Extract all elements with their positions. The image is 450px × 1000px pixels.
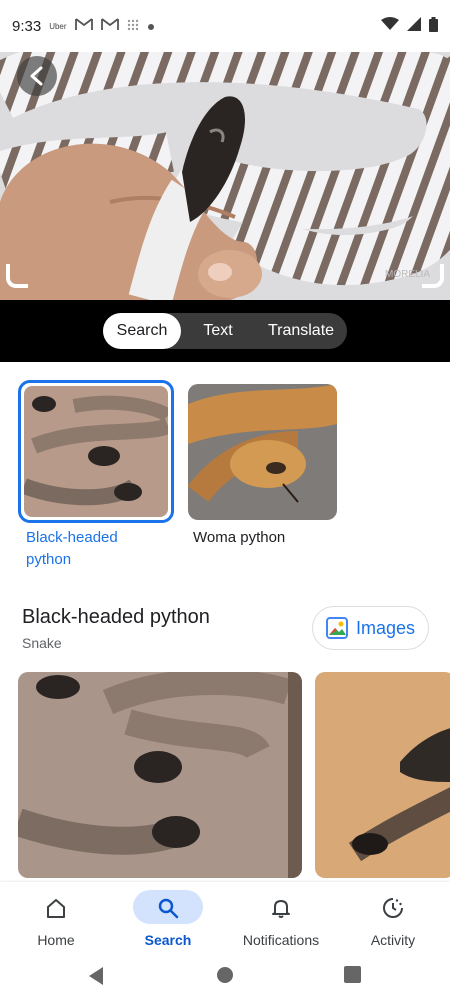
battery-icon	[429, 16, 438, 36]
chevron-left-icon	[30, 66, 43, 86]
status-bar: 9:33 Uber	[0, 0, 450, 52]
crop-handle-left[interactable]	[6, 264, 28, 288]
result-label-woma-python[interactable]: Woma python	[193, 527, 285, 549]
dot-icon	[147, 18, 155, 35]
result-thumbnail-black-headed-python[interactable]	[18, 380, 174, 523]
nav-home-label: Home	[37, 932, 75, 948]
mode-bar: Search Text Translate	[0, 300, 450, 362]
knowledge-image-1[interactable]	[18, 672, 302, 878]
captured-image[interactable]: MORELIA	[0, 52, 450, 300]
gmail-icon	[100, 17, 119, 35]
knowledge-image-2[interactable]	[315, 672, 450, 878]
knowledge-title: Black-headed python	[22, 606, 210, 628]
images-icon	[325, 617, 348, 639]
result-thumbnail-woma-python[interactable]	[188, 384, 337, 520]
nav-notifications-label: Notifications	[242, 932, 320, 948]
back-button[interactable]	[17, 56, 57, 96]
knowledge-subtitle: Snake	[22, 635, 62, 651]
home-icon	[47, 899, 65, 918]
home-circle-icon[interactable]	[216, 966, 234, 984]
mode-search-tab[interactable]: Search	[103, 313, 181, 349]
wifi-icon	[381, 17, 399, 35]
mode-translate-tab[interactable]: Translate	[255, 313, 347, 349]
images-button-label: Images	[355, 617, 416, 638]
nav-search-label: Search	[144, 932, 192, 948]
crop-handle-right[interactable]	[422, 264, 444, 288]
nav-search[interactable]: Search	[133, 882, 203, 952]
recents-square-icon[interactable]	[344, 966, 361, 983]
images-button[interactable]: Images	[312, 606, 429, 650]
result-label-black-headed-python[interactable]: Black-headed python	[26, 527, 166, 571]
nav-notifications[interactable]: Notifications	[236, 882, 326, 952]
uber-notification-icon: Uber	[49, 21, 67, 31]
google-lens-results-screen: 9:33 Uber MORELIA Search Text Translate …	[0, 0, 450, 1000]
signal-icon	[407, 17, 421, 35]
bell-icon	[272, 900, 290, 918]
mode-text-tab[interactable]: Text	[181, 313, 255, 349]
activity-icon	[383, 898, 403, 918]
mode-selector: Search Text Translate	[103, 313, 347, 349]
gmail-icon	[74, 17, 93, 35]
status-time: 9:33	[12, 17, 42, 35]
system-navigation-bar	[0, 952, 450, 1000]
search-icon	[158, 898, 179, 919]
grid-icon	[127, 18, 139, 35]
status-right-icons	[381, 16, 438, 36]
back-triangle-icon[interactable]	[87, 966, 105, 986]
bottom-navigation: Home Search Notifications Activity	[0, 882, 450, 952]
nav-home[interactable]: Home	[26, 882, 86, 952]
nav-activity[interactable]: Activity	[363, 882, 423, 952]
nav-activity-label: Activity	[370, 932, 416, 948]
